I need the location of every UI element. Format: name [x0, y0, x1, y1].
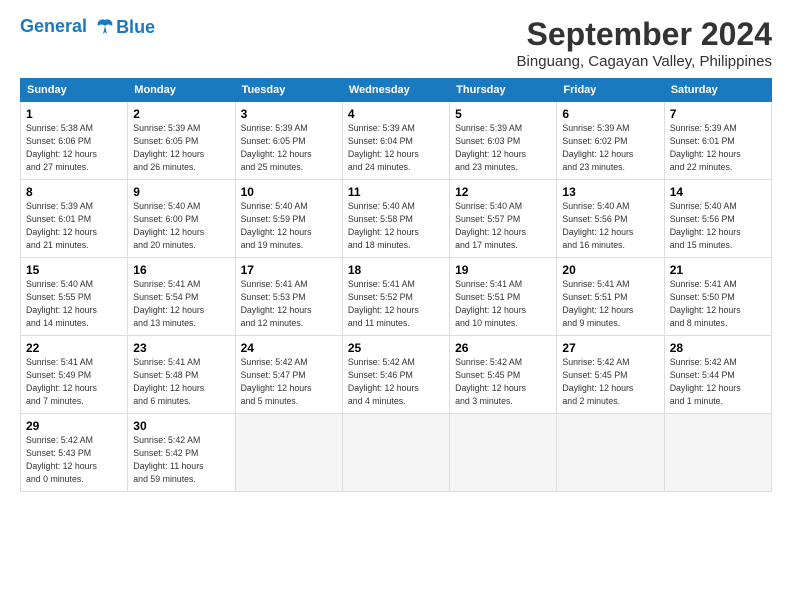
logo-bird-icon [94, 16, 116, 38]
day-2: 2Sunrise: 5:39 AMSunset: 6:05 PMDaylight… [128, 102, 235, 180]
day-1: 1Sunrise: 5:38 AMSunset: 6:06 PMDaylight… [21, 102, 128, 180]
day-18: 18Sunrise: 5:41 AMSunset: 5:52 PMDayligh… [342, 258, 449, 336]
day-25: 25Sunrise: 5:42 AMSunset: 5:46 PMDayligh… [342, 336, 449, 414]
day-empty [664, 414, 771, 492]
month-title: September 2024 [517, 16, 772, 53]
day-14: 14Sunrise: 5:40 AMSunset: 5:56 PMDayligh… [664, 180, 771, 258]
day-7: 7Sunrise: 5:39 AMSunset: 6:01 PMDaylight… [664, 102, 771, 180]
day-11: 11Sunrise: 5:40 AMSunset: 5:58 PMDayligh… [342, 180, 449, 258]
day-12: 12Sunrise: 5:40 AMSunset: 5:57 PMDayligh… [450, 180, 557, 258]
header-friday: Friday [557, 79, 664, 102]
week-row-0: 1Sunrise: 5:38 AMSunset: 6:06 PMDaylight… [21, 102, 772, 180]
week-row-1: 8Sunrise: 5:39 AMSunset: 6:01 PMDaylight… [21, 180, 772, 258]
week-row-3: 22Sunrise: 5:41 AMSunset: 5:49 PMDayligh… [21, 336, 772, 414]
logo-blue: Blue [116, 18, 155, 38]
day-3: 3Sunrise: 5:39 AMSunset: 6:05 PMDaylight… [235, 102, 342, 180]
day-13: 13Sunrise: 5:40 AMSunset: 5:56 PMDayligh… [557, 180, 664, 258]
title-block: September 2024 Binguang, Cagayan Valley,… [517, 16, 772, 70]
header-thursday: Thursday [450, 79, 557, 102]
day-5: 5Sunrise: 5:39 AMSunset: 6:03 PMDaylight… [450, 102, 557, 180]
day-empty [235, 414, 342, 492]
day-empty [342, 414, 449, 492]
day-20: 20Sunrise: 5:41 AMSunset: 5:51 PMDayligh… [557, 258, 664, 336]
day-28: 28Sunrise: 5:42 AMSunset: 5:44 PMDayligh… [664, 336, 771, 414]
logo: General Blue [20, 16, 155, 38]
day-30: 30Sunrise: 5:42 AMSunset: 5:42 PMDayligh… [128, 414, 235, 492]
day-15: 15Sunrise: 5:40 AMSunset: 5:55 PMDayligh… [21, 258, 128, 336]
day-empty [450, 414, 557, 492]
header-saturday: Saturday [664, 79, 771, 102]
header-monday: Monday [128, 79, 235, 102]
header-tuesday: Tuesday [235, 79, 342, 102]
day-8: 8Sunrise: 5:39 AMSunset: 6:01 PMDaylight… [21, 180, 128, 258]
calendar-page: General Blue September 2024 Binguang, Ca… [0, 0, 792, 612]
day-10: 10Sunrise: 5:40 AMSunset: 5:59 PMDayligh… [235, 180, 342, 258]
day-21: 21Sunrise: 5:41 AMSunset: 5:50 PMDayligh… [664, 258, 771, 336]
header: General Blue September 2024 Binguang, Ca… [20, 16, 772, 70]
day-9: 9Sunrise: 5:40 AMSunset: 6:00 PMDaylight… [128, 180, 235, 258]
logo-general: General [20, 16, 87, 36]
calendar-table: Sunday Monday Tuesday Wednesday Thursday… [20, 78, 772, 492]
day-19: 19Sunrise: 5:41 AMSunset: 5:51 PMDayligh… [450, 258, 557, 336]
day-16: 16Sunrise: 5:41 AMSunset: 5:54 PMDayligh… [128, 258, 235, 336]
day-22: 22Sunrise: 5:41 AMSunset: 5:49 PMDayligh… [21, 336, 128, 414]
day-17: 17Sunrise: 5:41 AMSunset: 5:53 PMDayligh… [235, 258, 342, 336]
day-4: 4Sunrise: 5:39 AMSunset: 6:04 PMDaylight… [342, 102, 449, 180]
weekday-header-row: Sunday Monday Tuesday Wednesday Thursday… [21, 79, 772, 102]
header-sunday: Sunday [21, 79, 128, 102]
day-6: 6Sunrise: 5:39 AMSunset: 6:02 PMDaylight… [557, 102, 664, 180]
header-wednesday: Wednesday [342, 79, 449, 102]
location-title: Binguang, Cagayan Valley, Philippines [517, 53, 772, 70]
day-26: 26Sunrise: 5:42 AMSunset: 5:45 PMDayligh… [450, 336, 557, 414]
week-row-2: 15Sunrise: 5:40 AMSunset: 5:55 PMDayligh… [21, 258, 772, 336]
week-row-4: 29Sunrise: 5:42 AMSunset: 5:43 PMDayligh… [21, 414, 772, 492]
day-23: 23Sunrise: 5:41 AMSunset: 5:48 PMDayligh… [128, 336, 235, 414]
day-29: 29Sunrise: 5:42 AMSunset: 5:43 PMDayligh… [21, 414, 128, 492]
day-27: 27Sunrise: 5:42 AMSunset: 5:45 PMDayligh… [557, 336, 664, 414]
day-empty [557, 414, 664, 492]
day-24: 24Sunrise: 5:42 AMSunset: 5:47 PMDayligh… [235, 336, 342, 414]
